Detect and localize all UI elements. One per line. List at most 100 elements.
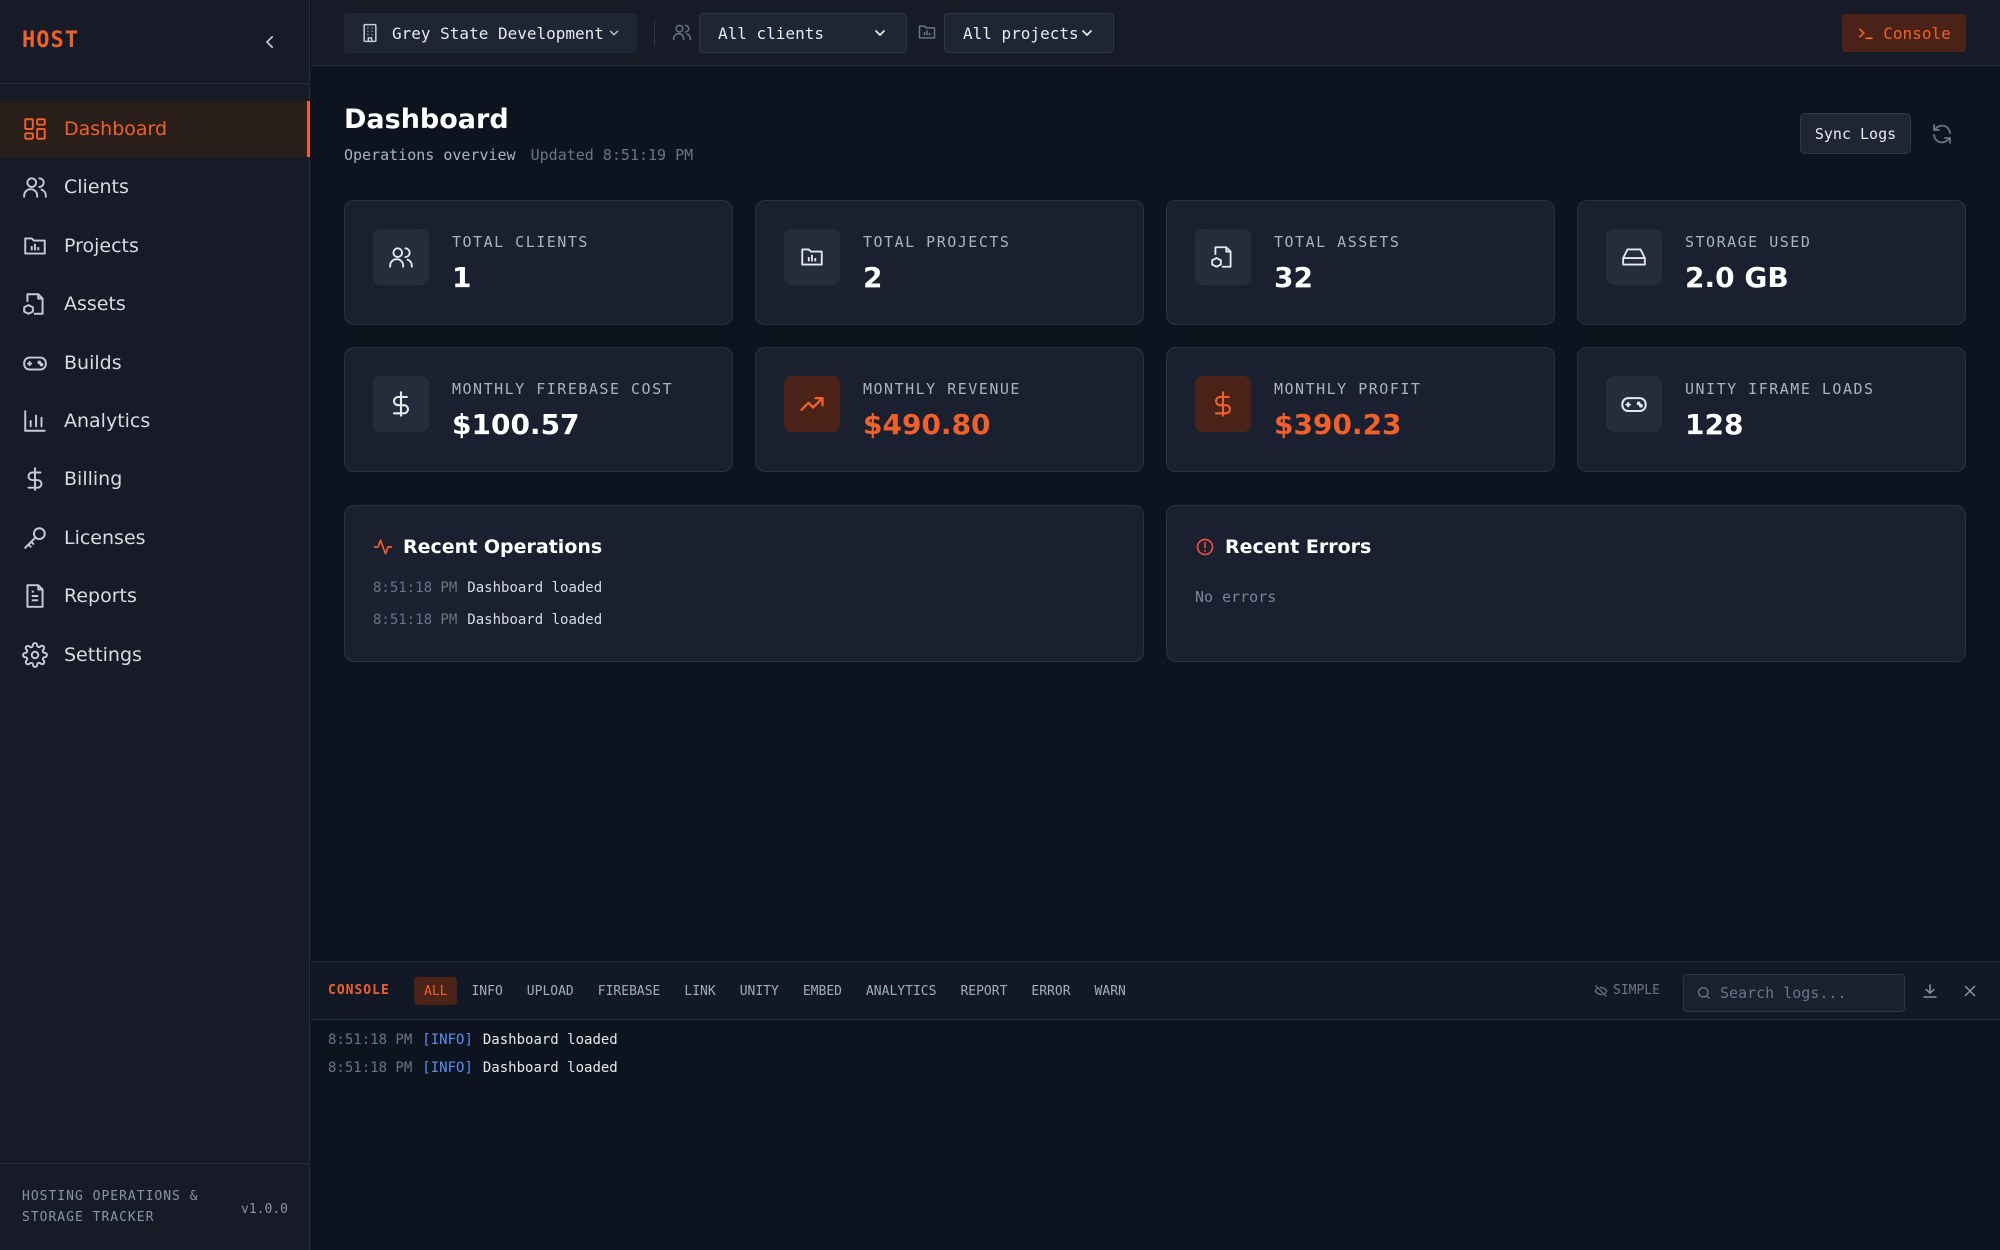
file-box-icon xyxy=(23,293,44,315)
stat-card-monthly-firebase-cost: MONTHLY FIREBASE COST $100.57 xyxy=(344,347,733,472)
sidebar-item-label: Settings xyxy=(64,643,142,666)
file-text-icon xyxy=(26,584,44,608)
operation-message: Dashboard loaded xyxy=(467,580,603,596)
client-filter-value: All clients xyxy=(718,23,824,43)
tab-embed[interactable]: EMBED xyxy=(793,977,852,1005)
sidebar-item-label: Dashboard xyxy=(64,118,168,140)
tab-warn[interactable]: WARN xyxy=(1085,977,1136,1005)
sidebar-header: HOST xyxy=(0,0,309,84)
sidebar-item-reports[interactable]: Reports xyxy=(0,568,310,624)
stat-label: STORAGE USED xyxy=(1685,233,1812,251)
log-level: [INFO] xyxy=(422,1060,473,1076)
stat-label: TOTAL CLIENTS xyxy=(452,233,589,251)
alert-circle-icon xyxy=(1196,538,1214,556)
stat-icon-wrap xyxy=(1606,229,1662,285)
stat-value: $100.57 xyxy=(452,408,580,441)
sidebar-item-label: Analytics xyxy=(64,409,151,432)
subtitle-text: Operations overview xyxy=(344,146,516,164)
sidebar-item-label: Licenses xyxy=(64,526,146,549)
stat-card-storage-used: STORAGE USED 2.0 GB xyxy=(1577,200,1966,325)
app-version: v1.0.0 xyxy=(241,1202,288,1217)
project-filter-select[interactable]: All projects xyxy=(944,13,1114,53)
sidebar-item-label: Reports xyxy=(64,585,137,608)
divider xyxy=(654,20,655,46)
sidebar-item-analytics[interactable]: Analytics xyxy=(0,393,310,449)
tab-upload[interactable]: UPLOAD xyxy=(517,977,584,1005)
stat-icon-wrap xyxy=(373,229,429,285)
operation-time: 8:51:18 PM xyxy=(373,612,458,628)
stat-label: UNITY IFRAME LOADS xyxy=(1685,380,1875,398)
tab-error[interactable]: ERROR xyxy=(1021,977,1080,1005)
sidebar-item-assets[interactable]: Assets xyxy=(0,276,310,332)
sidebar-item-clients[interactable]: Clients xyxy=(0,159,310,215)
download-icon[interactable] xyxy=(1921,982,1939,1000)
project-filter-value: All projects xyxy=(963,23,1079,43)
log-search-input[interactable] xyxy=(1720,984,1900,1002)
brand-logo[interactable]: HOST xyxy=(22,28,79,53)
sidebar-item-label: Billing xyxy=(64,468,123,491)
tab-firebase[interactable]: FIREBASE xyxy=(588,977,671,1005)
stat-value: 2.0 GB xyxy=(1685,261,1789,294)
dollar-icon xyxy=(1214,391,1232,417)
tab-report[interactable]: REPORT xyxy=(950,977,1017,1005)
sidebar: HOST Dashboard Clients Projects Assets B… xyxy=(0,0,310,1250)
simple-mode-toggle[interactable]: SIMPLE xyxy=(1594,983,1660,998)
sidebar-item-projects[interactable]: Projects xyxy=(0,218,310,274)
folder-icon xyxy=(918,25,936,39)
sidebar-footer: HOSTING OPERATIONS & STORAGE TRACKER v1.… xyxy=(0,1163,310,1250)
stat-icon-wrap xyxy=(373,376,429,432)
gear-icon xyxy=(22,641,48,668)
sidebar-item-label: Assets xyxy=(64,293,126,316)
sidebar-item-builds[interactable]: Builds xyxy=(0,335,310,391)
stat-icon-wrap xyxy=(1195,229,1251,285)
client-filter-select[interactable]: All clients xyxy=(699,13,907,53)
dollar-icon xyxy=(392,391,410,417)
recent-errors-panel: Recent Errors No errors xyxy=(1166,505,1966,662)
stat-value: $490.80 xyxy=(863,408,991,441)
collapse-sidebar-button[interactable] xyxy=(258,28,282,56)
last-updated: Updated 8:51:19 PM xyxy=(530,146,694,164)
folder-icon xyxy=(24,237,46,255)
stat-value: 2 xyxy=(863,261,883,294)
dashboard-icon xyxy=(24,118,46,140)
sidebar-item-label: Projects xyxy=(64,234,139,257)
sync-logs-button[interactable]: Sync Logs xyxy=(1800,113,1911,154)
console-toolbar: CONSOLE ALL INFO UPLOAD FIREBASE LINK UN… xyxy=(311,962,2000,1020)
eye-off-icon xyxy=(1594,984,1608,997)
console-button[interactable]: Console xyxy=(1842,14,1966,52)
sidebar-item-dashboard[interactable]: Dashboard xyxy=(0,101,310,157)
trending-up-icon xyxy=(800,397,824,411)
organization-selector[interactable]: Grey State Development xyxy=(344,13,637,53)
panel-header: Recent Operations xyxy=(373,536,602,558)
page-title: Dashboard xyxy=(344,104,509,135)
log-entry: 8:51:18 PM [INFO] Dashboard loaded xyxy=(328,1060,618,1076)
tab-unity[interactable]: UNITY xyxy=(730,977,789,1005)
hard-drive-icon xyxy=(1622,248,1646,266)
sidebar-item-billing[interactable]: Billing xyxy=(0,451,310,507)
operation-time: 8:51:18 PM xyxy=(373,580,458,596)
sidebar-item-settings[interactable]: Settings xyxy=(0,627,310,683)
stat-value: 32 xyxy=(1274,261,1313,294)
tab-all[interactable]: ALL xyxy=(414,977,458,1005)
activity-icon xyxy=(373,539,393,555)
close-icon[interactable] xyxy=(1961,982,1979,1000)
bar-chart-icon xyxy=(24,410,46,432)
refresh-icon[interactable] xyxy=(1930,122,1954,146)
console-panel: CONSOLE ALL INFO UPLOAD FIREBASE LINK UN… xyxy=(311,961,2000,1250)
stat-label: TOTAL PROJECTS xyxy=(863,233,1011,251)
dollar-icon xyxy=(27,467,43,492)
console-button-label: Console xyxy=(1883,23,1951,43)
sidebar-item-licenses[interactable]: Licenses xyxy=(0,510,310,566)
tab-analytics[interactable]: ANALYTICS xyxy=(856,977,946,1005)
stat-icon-wrap xyxy=(784,376,840,432)
tab-info[interactable]: INFO xyxy=(461,977,512,1005)
users-icon xyxy=(672,24,692,41)
building-icon xyxy=(363,23,377,43)
panel-header: Recent Errors xyxy=(1195,536,1371,558)
stat-label: MONTHLY PROFIT xyxy=(1274,380,1422,398)
tab-link[interactable]: LINK xyxy=(674,977,725,1005)
organization-name: Grey State Development xyxy=(392,23,604,43)
app-tagline: HOSTING OPERATIONS & STORAGE TRACKER xyxy=(22,1189,199,1225)
log-message: Dashboard loaded xyxy=(482,1032,618,1048)
operation-row: 8:51:18 PM Dashboard loaded xyxy=(373,612,602,628)
